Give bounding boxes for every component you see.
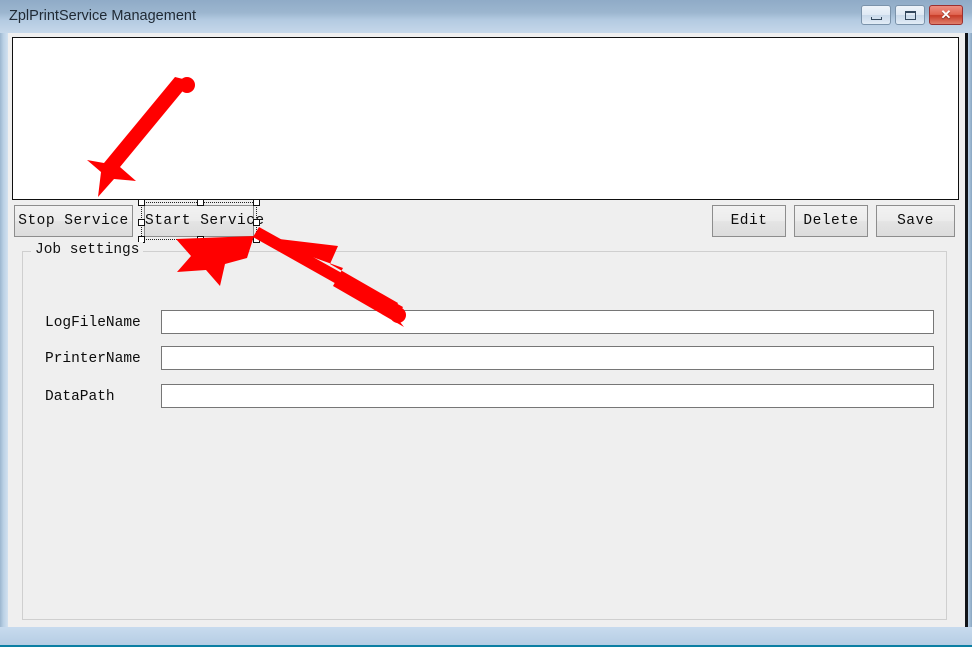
job-settings-group-title: Job settings [31, 242, 144, 258]
printer-name-input[interactable] [161, 346, 934, 370]
window-title: ZplPrintService Management [9, 8, 196, 24]
printer-name-label: PrinterName [45, 351, 141, 367]
start-service-button[interactable]: Start Service [144, 205, 264, 237]
application-window: ZplPrintService Management ✕ Stop Servic… [0, 0, 972, 651]
window-frame-right-edge [965, 33, 968, 645]
window-frame-left [0, 33, 8, 645]
resize-handle-top-right[interactable] [253, 199, 260, 206]
minimize-button[interactable] [861, 5, 891, 25]
close-icon: ✕ [940, 7, 952, 22]
edit-button[interactable]: Edit [712, 205, 786, 237]
window-frame-bottom-edge [0, 645, 972, 651]
delete-button[interactable]: Delete [794, 205, 868, 237]
data-path-label: DataPath [45, 389, 115, 405]
data-path-input[interactable] [161, 384, 934, 408]
title-bar[interactable]: ZplPrintService Management ✕ [0, 0, 972, 33]
save-button[interactable]: Save [876, 205, 955, 237]
log-file-name-input[interactable] [161, 310, 934, 334]
maximize-icon [905, 11, 916, 20]
client-area: Stop Service Start Service Edit Delete S… [8, 33, 965, 627]
close-button[interactable]: ✕ [929, 5, 963, 25]
resize-handle-bottom-right[interactable] [253, 236, 260, 243]
log-file-name-label: LogFileName [45, 315, 141, 331]
window-controls: ✕ [861, 5, 963, 25]
minimize-icon [871, 17, 882, 20]
job-settings-group: Job settings LogFileName PrinterName Dat… [22, 242, 947, 620]
service-list-panel[interactable] [12, 37, 959, 200]
stop-service-button[interactable]: Stop Service [14, 205, 133, 237]
window-frame-bottom [0, 627, 972, 645]
resize-handle-bottom-center[interactable] [197, 236, 204, 243]
maximize-button[interactable] [895, 5, 925, 25]
